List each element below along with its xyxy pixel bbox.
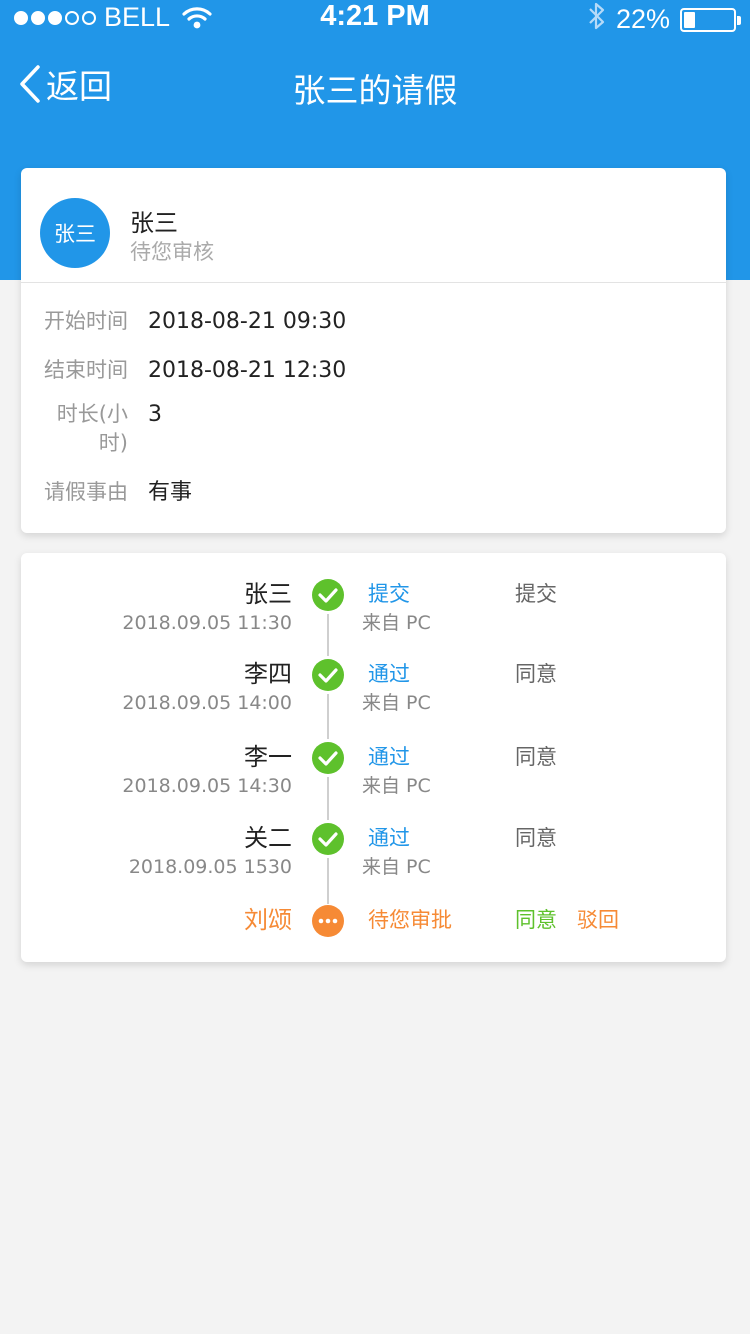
approver-name: 李四 [244, 660, 292, 688]
step-result: 同意 [515, 826, 557, 850]
detail-label-line: 时) [98, 431, 128, 455]
check-icon [312, 659, 344, 691]
battery-level-fill [684, 11, 695, 28]
detail-label: 开始时间 [44, 309, 128, 333]
step-action: 提交 [368, 582, 410, 606]
applicant-name: 张三 [130, 209, 178, 237]
battery-percent: 22% [615, 4, 670, 34]
applicant-header: 张三 张三 待您审核 [21, 168, 726, 283]
step-action: 通过 [368, 826, 410, 850]
step-time: 2018.09.05 14:00 [122, 692, 292, 714]
step-time: 2018.09.05 11:30 [122, 612, 292, 634]
step-time: 2018.09.05 14:30 [122, 775, 292, 797]
step-result: 同意 [515, 662, 557, 686]
timeline-step: 关二 2018.09.05 1530 通过 来自 PC 同意 [21, 823, 726, 883]
page-title: 张三的请假 [292, 71, 458, 110]
check-icon [312, 579, 344, 611]
step-source: 来自 PC [362, 692, 431, 714]
check-icon [312, 742, 344, 774]
status-right: 22% [588, 1, 741, 38]
approver-name: 李一 [244, 743, 292, 771]
detail-label: 请假事由 [44, 480, 128, 504]
approver-name: 刘颂 [244, 906, 292, 934]
bluetooth-icon [588, 1, 606, 38]
check-icon [312, 823, 344, 855]
timeline-step-pending: 刘颂 待您审批 同意 驳回 [21, 905, 726, 965]
approval-timeline-card: 张三 2018.09.05 11:30 提交 来自 PC 提交 李四 2018.… [21, 553, 726, 962]
detail-label: 时长(小 时) [28, 400, 128, 458]
detail-value: 2018-08-21 09:30 [148, 309, 347, 334]
approver-name: 关二 [244, 824, 292, 852]
reject-button[interactable]: 驳回 [577, 905, 619, 935]
more-dots-icon [312, 905, 344, 937]
status-bar: BELL 4:21 PM 22% [0, 0, 750, 36]
detail-value: 有事 [148, 480, 193, 505]
detail-value: 3 [148, 402, 162, 427]
detail-label: 结束时间 [44, 358, 128, 382]
battery-icon [680, 7, 741, 32]
step-action: 通过 [368, 662, 410, 686]
leave-request-card: 张三 张三 待您审核 开始时间 2018-08-21 09:30 结束时间 20… [21, 168, 726, 533]
avatar: 张三 [40, 198, 110, 268]
step-source: 来自 PC [362, 612, 431, 634]
step-source: 来自 PC [362, 775, 431, 797]
step-time: 2018.09.05 1530 [128, 856, 292, 878]
detail-value: 2018-08-21 12:30 [148, 358, 347, 383]
approver-name: 张三 [244, 580, 292, 608]
timeline-step: 李四 2018.09.05 14:00 通过 来自 PC 同意 [21, 659, 726, 719]
detail-label-line: 时长(小 [56, 402, 128, 426]
pending-action: 待您审批 [368, 908, 452, 932]
agree-button[interactable]: 同意 [515, 905, 557, 935]
step-result: 提交 [515, 582, 557, 606]
step-result: 同意 [515, 745, 557, 769]
timeline-step: 李一 2018.09.05 14:30 通过 来自 PC 同意 [21, 742, 726, 802]
applicant-status: 待您审核 [130, 240, 214, 264]
timeline-step: 张三 2018.09.05 11:30 提交 来自 PC 提交 [21, 579, 726, 639]
step-action: 通过 [368, 745, 410, 769]
navigation-bar: 返回 张三的请假 [0, 50, 750, 120]
step-source: 来自 PC [362, 856, 431, 878]
